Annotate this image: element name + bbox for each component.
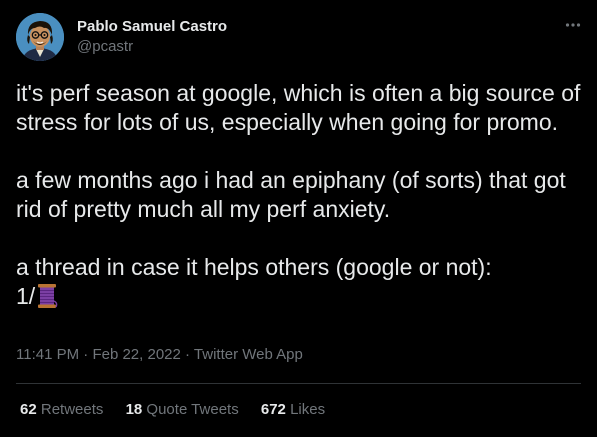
- tweet-paragraph-thread: a thread in case it helps others (google…: [16, 253, 581, 316]
- author-name[interactable]: Pablo Samuel Castro: [77, 18, 227, 35]
- tweet-card: Pablo Samuel Castro @pcastr it's perf se…: [0, 0, 597, 437]
- more-options-button[interactable]: [559, 14, 587, 36]
- meta-separator: ·: [83, 346, 89, 363]
- spool-of-thread-icon: [36, 283, 58, 316]
- quote-tweets-count: 18: [125, 401, 143, 418]
- retweets-label: Retweets: [40, 401, 104, 418]
- retweets-count: 62: [20, 401, 37, 418]
- thread-marker: 1/: [16, 283, 36, 309]
- avatar[interactable]: [16, 13, 64, 61]
- divider: [16, 383, 581, 384]
- tweet-paragraph: a thread in case it helps others (google…: [16, 254, 492, 280]
- tweet-meta: 11:41 PM · Feb 22, 2022 · Twitter Web Ap…: [16, 346, 303, 363]
- likes-label: Likes: [290, 401, 326, 418]
- tweet-date[interactable]: Feb 22, 2022: [92, 346, 180, 363]
- quote-tweets-label: Quote Tweets: [146, 401, 239, 418]
- tweet-source[interactable]: Twitter Web App: [194, 346, 303, 363]
- quote-tweets-stat[interactable]: 18 Quote Tweets: [126, 401, 239, 418]
- more-dots-icon: [565, 23, 581, 27]
- author-handle[interactable]: @pcastr: [77, 38, 133, 55]
- thread-marker-line: 1/: [16, 282, 581, 316]
- likes-count: 672: [260, 401, 286, 418]
- avatar-illustration: [16, 13, 64, 61]
- retweets-stat[interactable]: 62 Retweets: [20, 401, 103, 418]
- tweet-time[interactable]: 11:41 PM: [16, 346, 79, 363]
- engagement-stats: 62 Retweets 18 Quote Tweets 672 Likes: [20, 401, 343, 418]
- tweet-text: it's perf season at google, which is oft…: [16, 79, 581, 316]
- likes-stat[interactable]: 672 Likes: [261, 401, 325, 418]
- tweet-paragraph: a few months ago i had an epiphany (of s…: [16, 167, 566, 222]
- meta-separator: ·: [185, 346, 191, 363]
- tweet-paragraph: it's perf season at google, which is oft…: [16, 80, 581, 135]
